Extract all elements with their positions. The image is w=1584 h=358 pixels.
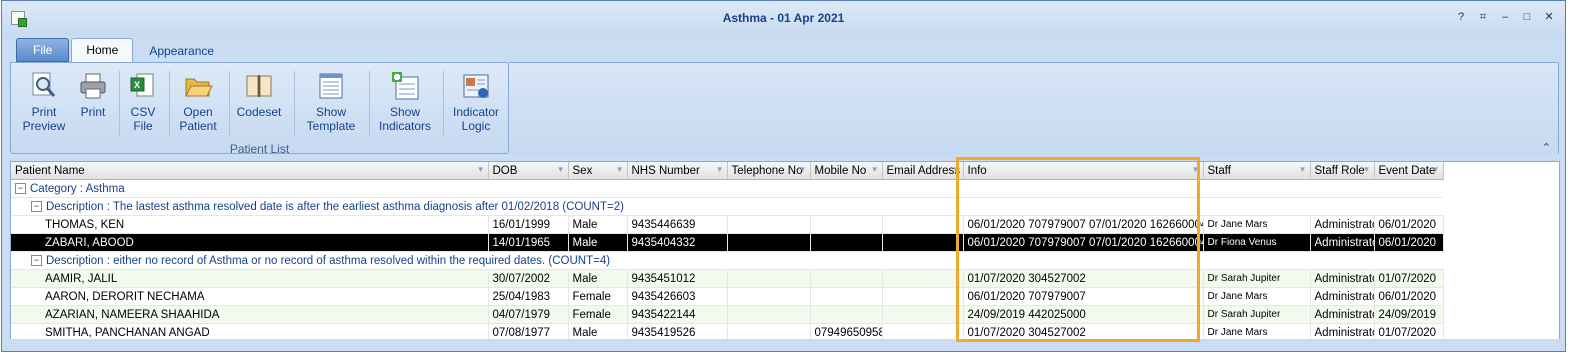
book-icon: [244, 71, 274, 101]
filter-icon[interactable]: ▼: [716, 165, 724, 174]
ribbon-separator: [229, 71, 230, 135]
print-preview-icon: [29, 71, 59, 101]
ribbon-separator: [369, 71, 370, 135]
column-header-mobile[interactable]: Mobile No ▼: [810, 162, 883, 180]
collapse-icon[interactable]: −: [31, 254, 42, 266]
description-row[interactable]: − Description : The lastest asthma resolv…: [11, 197, 1443, 216]
column-header-sex[interactable]: Sex ▼: [568, 162, 628, 180]
print-preview-button[interactable]: Print Preview: [17, 71, 71, 139]
table-row[interactable]: AAMIR, JALIL 30/07/2002 Male 9435451012 …: [11, 269, 1444, 288]
column-header-dob[interactable]: DOB ▼: [488, 162, 569, 180]
column-header-email[interactable]: Email Address ▼: [882, 162, 964, 180]
open-folder-icon: [183, 71, 213, 101]
csv-file-icon: X: [128, 71, 158, 101]
show-indicators-button[interactable]: Show Indicators: [373, 71, 437, 139]
category-row[interactable]: − Category : Asthma: [11, 179, 1443, 198]
minimize-icon[interactable]: –: [1497, 10, 1513, 24]
print-button[interactable]: Print: [73, 71, 113, 139]
collapse-icon[interactable]: −: [15, 182, 26, 194]
filter-icon[interactable]: ▼: [1432, 165, 1440, 174]
printer-icon: [78, 71, 108, 101]
window-title: Asthma - 01 Apr 2021: [722, 11, 845, 25]
filter-icon[interactable]: ▼: [1299, 165, 1307, 174]
indicator-logic-icon: [461, 71, 491, 101]
filter-icon[interactable]: ▼: [557, 165, 565, 174]
title-bar: Asthma - 01 Apr 2021 ? ⌗ – □ ✕: [2, 1, 1565, 36]
help-icon[interactable]: ?: [1453, 10, 1469, 24]
template-icon: [316, 71, 346, 101]
ribbon-background: [509, 62, 1559, 154]
restore-layout-icon[interactable]: ⌗: [1475, 10, 1491, 24]
filter-icon[interactable]: ▼: [477, 165, 485, 174]
grid-header-row: Patient Name ▼ DOB ▼ Sex ▼ NHS Number ▼ Tele…: [11, 162, 1444, 180]
ribbon-tabs: File Home Appearance: [16, 38, 230, 62]
application-window: Asthma - 01 Apr 2021 ? ⌗ – □ ✕ File Home…: [1, 0, 1566, 352]
filter-icon[interactable]: ▼: [1192, 165, 1200, 174]
column-header-event-date[interactable]: Event Date ▼: [1374, 162, 1444, 180]
table-row-selected[interactable]: ZABARI, ABOOD 14/01/1965 Male 9435404332…: [11, 233, 1444, 252]
ribbon-home: Print Preview Print X CSV File Open Pati…: [10, 62, 509, 156]
tab-file[interactable]: File: [16, 38, 70, 62]
collapse-icon[interactable]: −: [31, 200, 42, 212]
filter-icon[interactable]: ▼: [871, 165, 879, 174]
codeset-button[interactable]: Codeset: [233, 71, 285, 139]
ribbon-separator: [443, 71, 444, 135]
filter-icon[interactable]: ▼: [616, 165, 624, 174]
description-row[interactable]: − Description : either no record of Asthm…: [11, 251, 1443, 270]
column-header-staff-role[interactable]: Staff Role ▼: [1310, 162, 1375, 180]
indicators-icon: [390, 71, 420, 101]
collapse-ribbon-icon[interactable]: ⌃: [1542, 141, 1551, 154]
column-header-patient-name[interactable]: Patient Name ▼: [11, 162, 489, 180]
filter-icon[interactable]: ▼: [1363, 165, 1371, 174]
close-icon[interactable]: ✕: [1541, 10, 1557, 24]
status-strip: [2, 339, 1565, 351]
filter-icon[interactable]: ▼: [799, 165, 807, 174]
column-header-telephone[interactable]: Telephone No ▼: [727, 162, 811, 180]
filter-icon[interactable]: ▼: [952, 165, 960, 174]
table-row[interactable]: AZARIAN, NAMEERA SHAAHIDA 04/07/1979 Fem…: [11, 305, 1444, 324]
maximize-icon[interactable]: □: [1519, 10, 1535, 24]
svg-text:X: X: [134, 80, 140, 90]
patient-grid: Patient Name ▼ DOB ▼ Sex ▼ NHS Number ▼ Tele…: [10, 161, 1560, 341]
ribbon-separator: [294, 71, 295, 135]
tab-appearance[interactable]: Appearance: [135, 40, 228, 62]
tab-home[interactable]: Home: [71, 38, 134, 62]
indicator-logic-button[interactable]: Indicator Logic: [447, 71, 505, 139]
column-header-nhs-number[interactable]: NHS Number ▼: [627, 162, 728, 180]
column-header-staff[interactable]: Staff ▼: [1203, 162, 1311, 180]
csv-file-button[interactable]: X CSV File: [123, 71, 163, 139]
table-row[interactable]: THOMAS, KEN 16/01/1999 Male 9435446639 0…: [11, 215, 1444, 234]
show-template-button[interactable]: Show Template: [303, 71, 359, 139]
ribbon-separator: [169, 71, 170, 135]
ribbon-group-label: Patient List: [229, 142, 290, 156]
table-row[interactable]: AARON, DERORIT NECHAMA 25/04/1983 Female…: [11, 287, 1444, 306]
window-controls: ? ⌗ – □ ✕: [1453, 10, 1557, 24]
open-patient-button[interactable]: Open Patient: [173, 71, 223, 139]
ribbon-separator: [119, 71, 120, 135]
column-header-info[interactable]: Info ▼: [963, 162, 1204, 180]
